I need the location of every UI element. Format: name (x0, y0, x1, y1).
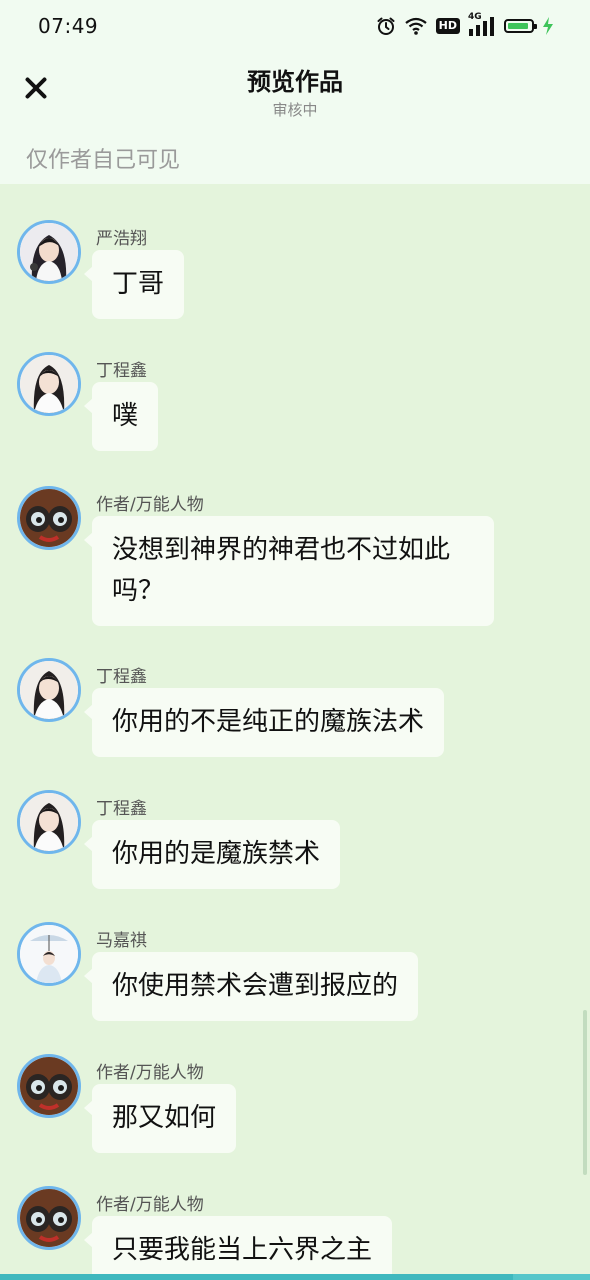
status-time: 07:49 (38, 14, 99, 38)
message-bubble: 你用的不是纯正的魔族法术 (83, 688, 445, 757)
sender-name: 马嘉祺 (96, 931, 147, 951)
message-bubble: 没想到神界的神君也不过如此吗？ (84, 516, 494, 626)
message-bubble: 你用的是魔族禁术 (83, 820, 341, 889)
sender-name: 丁程鑫 (96, 799, 147, 819)
sender-name: 作者/万能人物 (96, 1063, 204, 1083)
status-icons: HD 4G (376, 12, 554, 38)
scrollbar-thumb[interactable] (583, 1010, 587, 1175)
avatar[interactable] (17, 220, 81, 284)
visibility-notice-text: 仅作者自己可见 (26, 148, 181, 173)
sender-name: 丁程鑫 (96, 361, 147, 381)
sender-name: 作者/万能人物 (96, 1195, 204, 1215)
message-bubble: 丁哥 (83, 250, 185, 319)
chat-list[interactable]: 严浩翔 丁哥 丁程鑫 噗 作者/万能人物 没想到神界的神君也不过如此吗？ 丁程鑫… (0, 184, 590, 1274)
avatar[interactable] (17, 486, 81, 550)
message-bubble: 你使用禁术会遭到报应的 (83, 952, 419, 1021)
wifi-icon (404, 17, 427, 35)
avatar[interactable] (17, 790, 81, 854)
avatar[interactable] (17, 1054, 81, 1118)
review-status: 审核中 (272, 101, 318, 119)
battery-icon (504, 19, 537, 33)
header: 预览作品 审核中 (0, 52, 590, 132)
page-title: 预览作品 (247, 68, 343, 96)
signal-4g-icon: 4G (468, 12, 496, 37)
visibility-notice: 仅作者自己可见 (0, 132, 590, 184)
sender-name: 作者/万能人物 (96, 495, 204, 515)
message-bubble: 只要我能当上六界之主 (83, 1216, 393, 1274)
sender-name: 严浩翔 (96, 229, 147, 249)
avatar[interactable] (17, 922, 81, 986)
message-bubble: 噗 (83, 382, 159, 451)
message-bubble: 那又如何 (83, 1084, 237, 1153)
sender-name: 丁程鑫 (96, 667, 147, 687)
battery-level (508, 23, 528, 29)
alarm-icon (377, 17, 395, 35)
charging-icon (543, 17, 553, 35)
hd-icon: HD (435, 18, 460, 34)
avatar[interactable] (17, 1186, 81, 1250)
bottom-progress-fill (0, 1274, 514, 1280)
bottom-progress-strip (0, 1274, 590, 1280)
avatar[interactable] (17, 658, 81, 722)
status-bar: 07:49 HD 4G (0, 0, 590, 52)
avatar[interactable] (17, 352, 81, 416)
